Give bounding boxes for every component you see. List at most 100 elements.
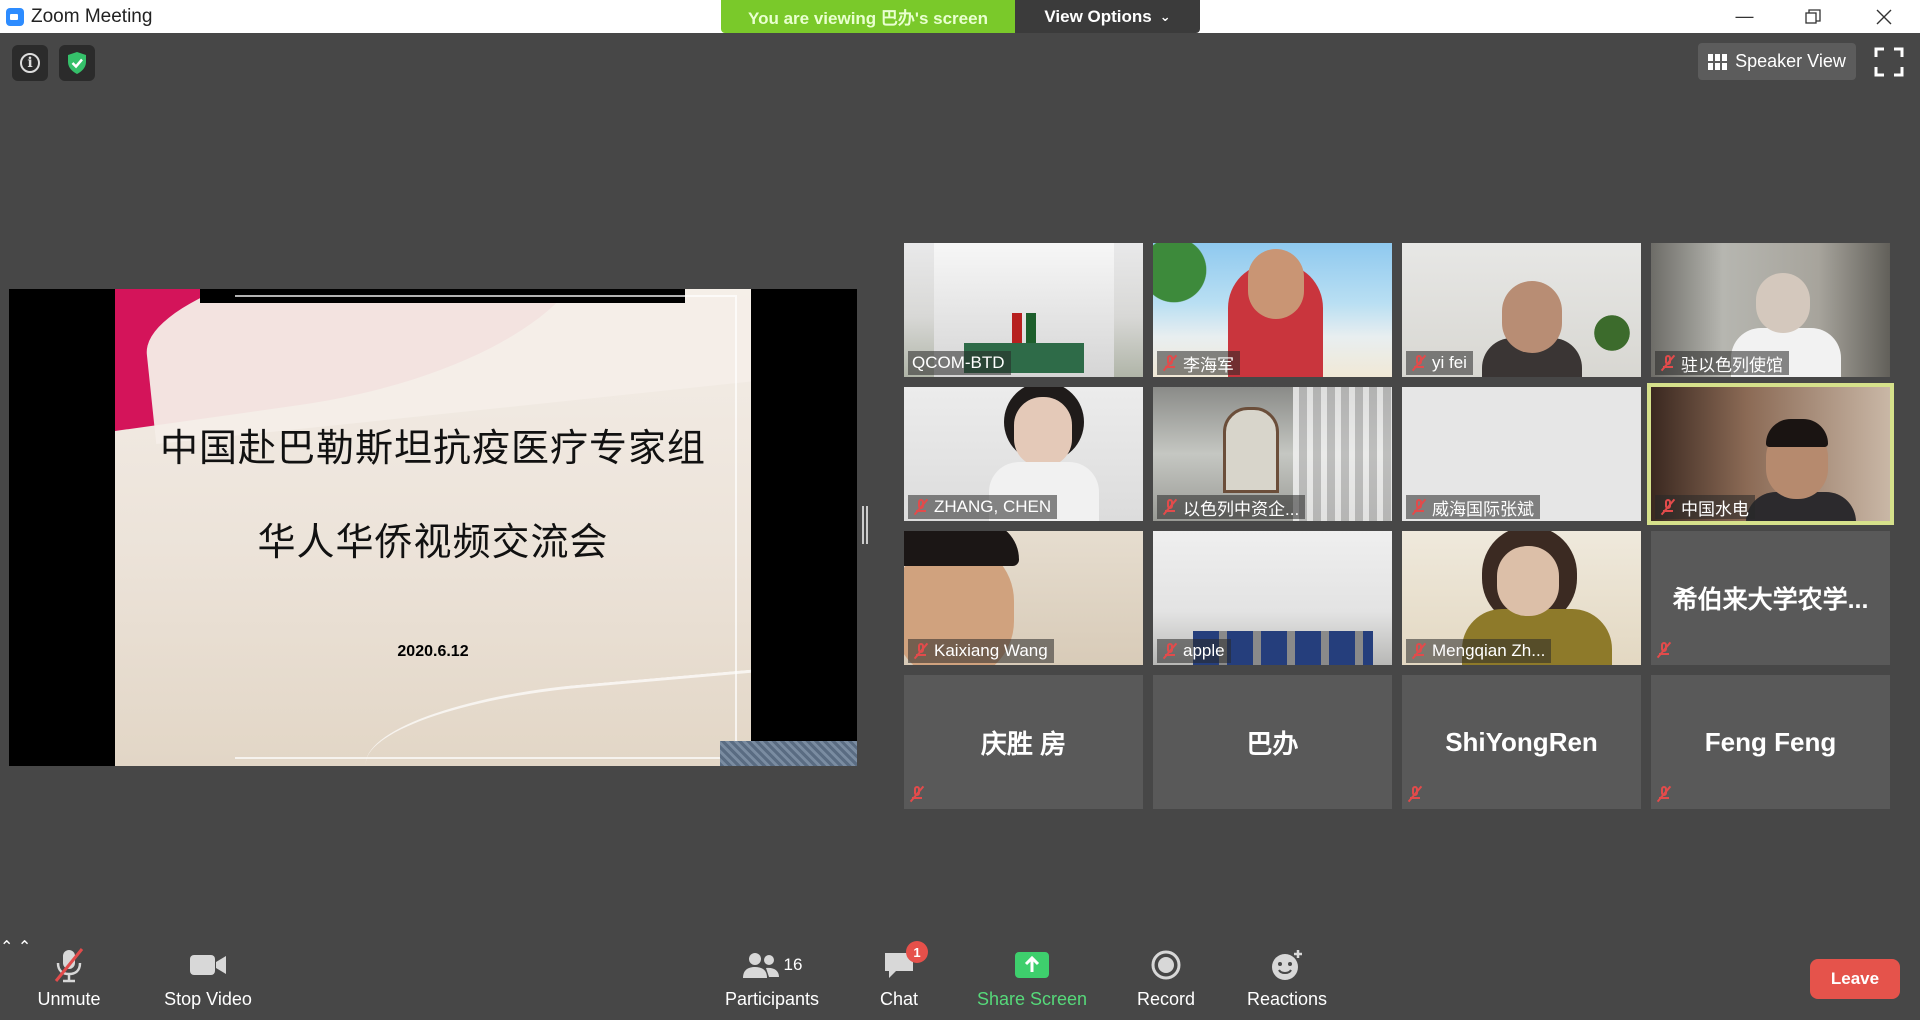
video-tile[interactable]: ZHANG, CHEN [904, 387, 1143, 521]
leave-meeting-button[interactable]: Leave [1810, 959, 1900, 999]
view-options-button[interactable]: View Options ⌄ [1015, 0, 1200, 33]
video-tile-no-video[interactable]: 庆胜 房 [904, 675, 1143, 809]
slide-title-line2: 华人华侨视频交流会 [257, 520, 609, 564]
slide-date: 2020.6.12 [397, 643, 469, 660]
slide-title-line1: 中国赴巴勒斯坦抗疫医疗专家组 [159, 426, 706, 470]
video-tile[interactable]: apple [1153, 531, 1392, 665]
video-feed-flag [1012, 313, 1022, 343]
video-tile[interactable]: 驻以色列使馆 [1651, 243, 1890, 377]
unmute-button[interactable]: Unmute [28, 937, 110, 1020]
video-tile[interactable]: 李海军 [1153, 243, 1392, 377]
video-tile-no-video[interactable]: 巴办 [1153, 675, 1392, 809]
participant-name-label: 驻以色列使馆 [1655, 351, 1789, 375]
reactions-label: Reactions [1246, 989, 1328, 1009]
chat-unread-badge: 1 [906, 941, 928, 963]
mic-muted-icon [52, 945, 86, 985]
participant-name: ZHANG, CHEN [934, 497, 1052, 516]
video-tile-no-video[interactable]: ShiYongRen [1402, 675, 1641, 809]
participant-name: 驻以色列使馆 [1681, 355, 1783, 375]
chat-icon: 1 [882, 941, 928, 985]
video-tile-active-speaker[interactable]: 中国水电 [1647, 383, 1894, 525]
video-tile[interactable]: QCOM-BTD [904, 243, 1143, 377]
chevron-down-icon: ⌄ [1159, 8, 1171, 24]
reactions-button[interactable]: Reactions [1245, 937, 1329, 1020]
video-feed-hair [904, 531, 1019, 566]
panel-splitter-handle[interactable] [862, 506, 868, 544]
participant-name-label: apple [1157, 639, 1231, 663]
participant-name: 庆胜 房 [980, 728, 1067, 759]
chat-label: Chat [879, 989, 919, 1009]
record-label: Record [1136, 989, 1196, 1009]
participant-name-label: QCOM-BTD [908, 351, 1011, 375]
share-screen-button[interactable]: Share Screen [976, 937, 1088, 1020]
video-feed-face [1756, 273, 1810, 333]
participant-name-label: Kaixiang Wang [908, 639, 1054, 663]
video-camera-icon [189, 945, 227, 985]
mic-muted-icon [1655, 785, 1673, 803]
grid-view-icon [1708, 53, 1728, 70]
participant-name-label: 威海国际张斌 [1406, 495, 1540, 519]
info-icon: i [20, 53, 40, 73]
participant-name: 中国水电 [1681, 499, 1749, 519]
video-feed-hair [1766, 419, 1828, 447]
video-feed-face [1502, 281, 1562, 353]
video-feed-plant [1587, 303, 1637, 363]
mic-muted-icon [1406, 785, 1424, 803]
security-button[interactable] [59, 45, 95, 81]
participant-name-label: 以色列中资企... [1157, 495, 1306, 519]
participants-count: 16 [783, 955, 803, 974]
participant-name: Mengqian Zh... [1432, 641, 1546, 660]
video-tile[interactable]: yi fei [1402, 243, 1641, 377]
screen-corner-pattern [720, 741, 857, 766]
mic-muted-icon [1161, 642, 1179, 660]
participant-name: 李海军 [1183, 355, 1234, 375]
shared-screen: 中国赴巴勒斯坦抗疫医疗专家组 华人华侨视频交流会 2020.6.12 [9, 289, 857, 766]
participant-name: Feng Feng [1704, 726, 1837, 757]
chat-button[interactable]: 1 Chat [868, 937, 930, 1020]
meeting-toolbar: Unmute ⌃ Stop Video ⌃ 16 Participants 1 … [0, 937, 1920, 1020]
video-tile[interactable]: Kaixiang Wang [904, 531, 1143, 665]
video-tile[interactable]: 以色列中资企... [1153, 387, 1392, 521]
video-tile[interactable]: Mengqian Zh... [1402, 531, 1641, 665]
video-tile-no-video[interactable]: Feng Feng [1651, 675, 1890, 809]
video-tile-no-video[interactable]: 希伯来大学农学... [1651, 531, 1890, 665]
mic-muted-icon [1161, 498, 1179, 516]
record-button[interactable]: Record [1130, 937, 1202, 1020]
video-feed-face [1248, 249, 1304, 319]
view-options-label: View Options [1044, 6, 1152, 26]
participant-name: 以色列中资企... [1183, 499, 1300, 519]
close-icon[interactable] [1855, 0, 1912, 33]
mic-muted-icon [1410, 498, 1428, 516]
video-feed-face [1014, 397, 1072, 467]
reaction-smiley-icon [1270, 945, 1304, 985]
stop-video-label: Stop Video [164, 989, 252, 1009]
meeting-info-button[interactable]: i [12, 45, 48, 81]
stop-video-button[interactable]: Stop Video [160, 937, 256, 1020]
video-feed-palm [1153, 243, 1223, 333]
fullscreen-icon[interactable] [1872, 45, 1906, 79]
participant-name: apple [1183, 641, 1225, 660]
video-tile[interactable]: 威海国际张斌 [1402, 387, 1641, 521]
record-icon [1150, 945, 1182, 985]
mic-muted-icon [908, 785, 926, 803]
mic-muted-icon [1655, 641, 1673, 659]
unmute-label: Unmute [37, 989, 101, 1009]
minimize-icon[interactable]: — [1716, 0, 1773, 33]
participant-name-label: 中国水电 [1655, 495, 1755, 519]
participants-label: Participants [724, 989, 820, 1009]
mic-muted-icon [1410, 642, 1428, 660]
video-feed-face [1497, 546, 1559, 616]
shield-check-icon [68, 52, 86, 74]
share-screen-icon [1014, 945, 1050, 985]
participants-button[interactable]: 16 Participants [720, 937, 824, 1020]
speaker-view-label: Speaker View [1735, 51, 1846, 71]
speaker-view-button[interactable]: Speaker View [1698, 43, 1856, 80]
mic-muted-icon [1410, 354, 1428, 372]
share-screen-label: Share Screen [976, 989, 1088, 1009]
video-feed-pergola [1293, 387, 1392, 521]
participant-name: 希伯来大学农学... [1672, 586, 1869, 614]
participant-name-label: ZHANG, CHEN [908, 495, 1058, 519]
restore-icon[interactable] [1784, 0, 1841, 33]
audio-options-caret-icon[interactable]: ⌃ [0, 939, 13, 956]
participant-name: 巴办 [1246, 728, 1299, 759]
